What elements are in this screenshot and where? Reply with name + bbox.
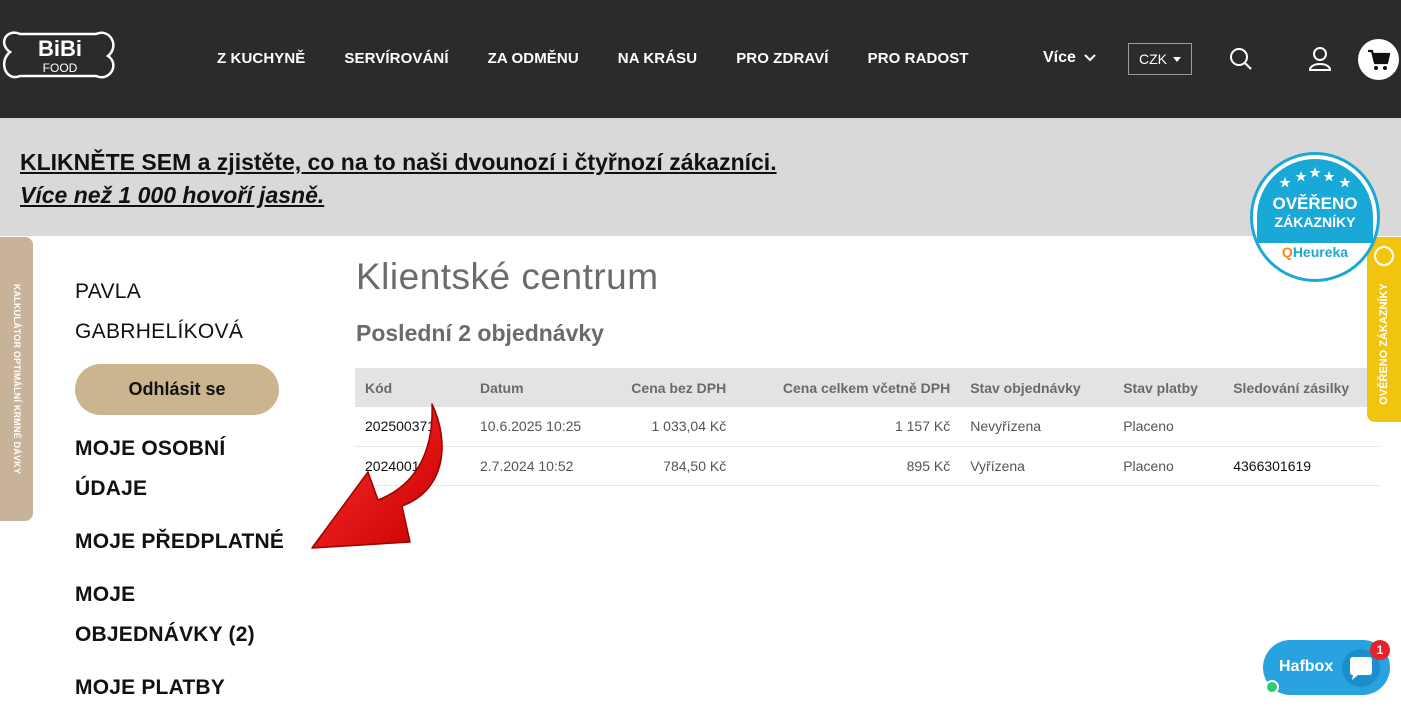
verified-badge-icon xyxy=(1374,246,1394,266)
svg-text:FOOD: FOOD xyxy=(43,61,78,75)
menu-item-orders[interactable]: MOJE OBJEDNÁVKY (2) xyxy=(75,575,325,655)
menu-item-personal-data-line2: ÚDAJE xyxy=(75,477,148,500)
payment-state: Placeno xyxy=(1113,407,1224,447)
col-tracking: Sledování zásilky xyxy=(1233,379,1350,396)
chat-unread-badge: 1 xyxy=(1370,640,1390,660)
user-first-name: PAVLA xyxy=(75,280,142,303)
tracking-number xyxy=(1223,407,1380,447)
menu-item-payments-label: MOJE PLATBY xyxy=(75,676,225,699)
nav-item-pro-radost[interactable]: PRO RADOST xyxy=(868,50,969,67)
user-last-name: GABRHELÍKOVÁ xyxy=(75,320,244,343)
currency-value: CZK xyxy=(1139,51,1167,67)
reviews-banner[interactable]: KLIKNĚTE SEM a zjistěte, co na to naši d… xyxy=(0,118,1401,236)
order-date: 10.6.2025 10:25 xyxy=(470,407,592,447)
main-nav: Z KUCHYNĚ SERVÍROVÁNÍ ZA ODMĚNU NA KRÁSU… xyxy=(217,50,969,67)
online-status-dot xyxy=(1265,680,1279,694)
feed-calculator-label: KALKULÁTOR OPTIMÁLNÍ KRMNÉ DÁVKY xyxy=(11,283,22,475)
user-name: PAVLA GABRHELÍKOVÁ xyxy=(75,272,243,352)
order-total-price: 1 157 Kč xyxy=(736,407,961,447)
cart-icon[interactable] xyxy=(1358,39,1399,80)
page-title: Klientské centrum xyxy=(356,256,659,297)
menu-item-subscription[interactable]: MOJE PŘEDPLATNÉ xyxy=(75,522,325,562)
nav-item-na-krasu[interactable]: NA KRÁSU xyxy=(618,50,697,67)
col-date: Datum xyxy=(480,379,524,396)
account-menu: MOJE OSOBNÍ ÚDAJE MOJE PŘEDPLATNÉ MOJE O… xyxy=(75,429,325,708)
col-payment-state: Stav platby xyxy=(1123,379,1198,396)
more-label: Více xyxy=(1043,49,1076,66)
nav-item-servirovani[interactable]: SERVÍROVÁNÍ xyxy=(344,50,448,67)
col-order-state: Stav objednávky xyxy=(970,379,1081,396)
col-total-price: Cena celkem včetně DPH xyxy=(782,379,951,396)
stars-icon xyxy=(1279,167,1351,188)
heureka-brand: QHeureka xyxy=(1253,244,1377,260)
chat-label: Hafbox xyxy=(1279,658,1334,675)
table-row[interactable]: 20250037​1 10.6.2025 10:25 1 033,04 Kč 1… xyxy=(355,407,1380,447)
heureka-verified-badge[interactable]: OVĚŘENO ZÁKAZNÍKY QHeureka xyxy=(1250,152,1380,282)
menu-item-subscription-label: MOJE PŘEDPLATNÉ xyxy=(75,530,285,553)
menu-item-orders-line1: MOJE xyxy=(75,583,136,606)
more-menu[interactable]: Více xyxy=(1043,49,1096,67)
chevron-down-icon xyxy=(1084,54,1096,62)
nav-item-pro-zdravi[interactable]: PRO ZDRAVÍ xyxy=(736,50,828,67)
verified-customers-tab[interactable]: OVĚŘENO ZÁKAZNÍKY xyxy=(1367,237,1401,422)
tracking-number[interactable]: 4366301619 xyxy=(1223,446,1380,486)
orders-table: Kód Datum Cena bez DPH Cena celkem včetn… xyxy=(355,368,1380,486)
red-arrow-annotation xyxy=(311,403,443,549)
nav-item-za-odmenu[interactable]: ZA ODMĚNU xyxy=(488,50,579,67)
order-state: Vyřízena xyxy=(960,446,1114,486)
caret-down-icon xyxy=(1173,56,1181,62)
banner-line-1: KLIKNĚTE SEM a zjistěte, co na to naši d… xyxy=(20,149,777,175)
payment-state: Placeno xyxy=(1113,446,1224,486)
verified-customers-label: OVĚŘENO ZÁKAZNÍKY xyxy=(1378,283,1390,406)
svg-text:BiBi: BiBi xyxy=(38,36,82,61)
menu-item-orders-line2: OBJEDNÁVKY (2) xyxy=(75,623,255,646)
bibi-food-logo[interactable]: BiBi FOOD xyxy=(0,26,120,92)
menu-item-personal-data-line1: MOJE OSOBNÍ xyxy=(75,437,226,460)
table-header-row: Kód Datum Cena bez DPH Cena celkem včetn… xyxy=(355,368,1380,407)
logout-button[interactable]: Odhlásit se xyxy=(75,364,279,415)
order-net-price: 1 033,04 Kč xyxy=(591,407,737,447)
search-icon[interactable] xyxy=(1229,46,1253,77)
user-icon[interactable] xyxy=(1308,46,1332,77)
nav-item-z-kuchyne[interactable]: Z KUCHYNĚ xyxy=(217,50,305,67)
col-net-price: Cena bez DPH xyxy=(631,379,727,396)
menu-item-personal-data[interactable]: MOJE OSOBNÍ ÚDAJE xyxy=(75,429,325,509)
heureka-line-2: ZÁKAZNÍKY xyxy=(1274,214,1356,230)
order-date: 2.7.2024 10:52 xyxy=(470,446,592,486)
site-header: BiBi FOOD Z KUCHYNĚ SERVÍROVÁNÍ ZA ODMĚN… xyxy=(0,0,1401,118)
order-total-price: 895 Kč xyxy=(736,446,961,486)
feed-calculator-tab[interactable]: KALKULÁTOR OPTIMÁLNÍ KRMNÉ DÁVKY xyxy=(0,237,33,521)
order-net-price: 784,50 Kč xyxy=(591,446,737,486)
order-state: Nevyřízena xyxy=(960,407,1114,447)
heureka-q-icon: Q xyxy=(1281,244,1293,260)
banner-line-2: Více než 1 000 hovoří jasně. xyxy=(20,182,325,208)
section-title: Poslední 2 objednávky xyxy=(356,320,604,346)
heureka-line-1: OVĚŘENO xyxy=(1272,194,1358,213)
reviews-banner-text[interactable]: KLIKNĚTE SEM a zjistěte, co na to naši d… xyxy=(20,146,777,212)
heureka-brand-label: Heureka xyxy=(1292,244,1349,260)
table-row[interactable]: 20240016​5 2.7.2024 10:52 784,50 Kč 895 … xyxy=(355,446,1380,486)
currency-select[interactable]: CZK xyxy=(1128,43,1192,75)
menu-item-payments[interactable]: MOJE PLATBY xyxy=(75,668,325,708)
